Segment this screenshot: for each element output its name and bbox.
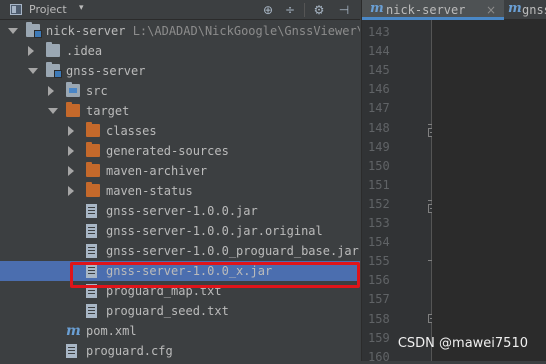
project-view-icon: [10, 4, 22, 15]
source-folder-icon: [66, 82, 80, 97]
tree-folder-item[interactable]: maven-archiver: [0, 161, 360, 181]
file-icon: [66, 344, 77, 358]
expand-arrow-down-icon[interactable]: [8, 28, 18, 34]
tree-file-item[interactable]: gnss-server-1.0.0.jar.original: [0, 221, 360, 241]
tree-item-label: proguard.cfg: [86, 344, 173, 358]
tree-folder-item[interactable]: generated-sources: [0, 141, 360, 161]
module-folder-icon: [46, 62, 62, 78]
line-number: 150: [368, 158, 390, 173]
tree-item-label: proguard_seed.txt: [106, 304, 229, 318]
line-number: 152: [368, 196, 390, 211]
excluded-folder-icon: [86, 182, 100, 197]
folder-icon: [46, 42, 60, 57]
tree-item-label: gnss-server-1.0.0.jar.original: [106, 224, 323, 238]
excluded-folder-icon: [86, 142, 100, 157]
excluded-folder-icon: [66, 102, 80, 117]
line-number: 146: [368, 82, 390, 97]
tree-folder-item[interactable]: gnss-server: [0, 61, 360, 81]
tree-file-item[interactable]: m pom.xml: [0, 321, 360, 341]
line-number: 148: [368, 120, 390, 135]
tree-file-item[interactable]: proguard_seed.txt: [0, 301, 360, 321]
expand-arrow-down-icon[interactable]: [48, 108, 58, 114]
settings-gear-icon[interactable]: ⚙: [311, 2, 327, 18]
tab-label: gnss-s: [522, 3, 546, 17]
project-panel-title[interactable]: Project: [29, 3, 67, 16]
tree-folder-item[interactable]: classes: [0, 121, 360, 141]
line-number: 157: [368, 292, 390, 307]
module-path: L:\ADADAD\NickGoogle\GnssViewer\n: [125, 24, 360, 38]
line-number: 160: [368, 349, 390, 364]
project-panel: Project ▾ ⊕ ÷ ⚙ ⊣ nick-server L:\ADADAD\…: [0, 0, 360, 361]
line-number: 151: [368, 177, 390, 192]
line-number: 143: [368, 25, 390, 39]
line-number-gutter: 143 144 145 146 147 148 149 150 151 152 153 154 155 1…: [362, 20, 437, 364]
tree-item-label: src: [86, 84, 108, 98]
hide-panel-icon[interactable]: ⊣: [336, 2, 352, 18]
line-number: 144: [368, 44, 390, 59]
tree-item-label: pom.xml: [86, 324, 137, 338]
file-icon: [86, 244, 97, 258]
expand-arrow-right-icon[interactable]: [28, 46, 34, 56]
tab-gnss-server[interactable]: m gnss-s: [504, 0, 546, 20]
tree-item-label: nick-server L:\ADADAD\NickGoogle\GnssVie…: [46, 24, 360, 38]
expand-arrow-right-icon[interactable]: [68, 126, 74, 136]
file-icon: [86, 224, 97, 238]
line-number: 153: [368, 216, 390, 230]
module-folder-icon: [26, 22, 42, 38]
close-tab-icon[interactable]: ×: [486, 3, 496, 17]
tab-nick-server[interactable]: m nick-server ×: [362, 0, 504, 20]
header-divider: [304, 3, 305, 17]
sync-icon[interactable]: ⊕: [260, 2, 276, 18]
tree-file-item[interactable]: gnss-server-1.0.0_proguard_base.jar: [0, 241, 360, 261]
tree-folder-item[interactable]: nick-server L:\ADADAD\NickGoogle\GnssVie…: [0, 21, 360, 41]
line-number: 159: [368, 330, 390, 345]
editor-tab-bar: m nick-server × m gnss-s: [362, 0, 546, 20]
tree-item-label: gnss-server-1.0.0.jar: [106, 204, 258, 218]
tree-item-label: maven-status: [106, 184, 193, 198]
tree-folder-item[interactable]: src: [0, 81, 360, 101]
tree-folder-item[interactable]: .idea: [0, 41, 360, 61]
line-number: 145: [368, 63, 390, 78]
expand-arrow-down-icon[interactable]: [28, 68, 38, 74]
tree-item-label: generated-sources: [106, 144, 229, 158]
tree-item-label: .idea: [66, 44, 103, 58]
tree-file-item[interactable]: proguard.cfg: [0, 341, 360, 361]
excluded-folder-icon: [86, 122, 100, 137]
tree-item-label: target: [86, 104, 130, 118]
tree-file-item[interactable]: gnss-server-1.0.0.jar: [0, 201, 360, 221]
maven-icon: m: [370, 1, 384, 16]
collapse-all-icon[interactable]: ÷: [282, 2, 298, 18]
tree-item-label: gnss-server-1.0.0_proguard_base.jar: [106, 244, 359, 258]
line-number: 147: [368, 101, 390, 116]
view-dropdown-icon[interactable]: ▾: [79, 3, 84, 13]
tree-folder-item[interactable]: maven-status: [0, 181, 360, 201]
expand-arrow-right-icon[interactable]: [68, 186, 74, 196]
project-panel-header: Project ▾ ⊕ ÷ ⚙ ⊣: [0, 0, 360, 20]
expand-arrow-right-icon[interactable]: [68, 146, 74, 156]
line-number: 156: [368, 273, 390, 288]
maven-icon: m: [66, 323, 81, 339]
code-editor-area[interactable]: [432, 20, 546, 361]
line-number: 149: [368, 139, 390, 154]
file-icon: [86, 304, 97, 318]
file-icon: [86, 204, 97, 218]
watermark: CSDN @mawei7510: [397, 336, 528, 351]
editor-pane: m nick-server × m gnss-s 143 144 145 146 147…: [361, 0, 546, 364]
line-number: 158: [368, 311, 390, 326]
tab-label: nick-server: [386, 3, 466, 17]
line-number: 154: [368, 235, 390, 250]
line-number: 155: [368, 254, 390, 269]
excluded-folder-icon: [86, 162, 100, 177]
tree-item-label: maven-archiver: [106, 164, 208, 178]
tree-folder-item[interactable]: target: [0, 101, 360, 121]
expand-arrow-right-icon[interactable]: [68, 166, 74, 176]
red-highlight-box: [70, 262, 360, 288]
maven-icon: m: [508, 1, 522, 16]
expand-arrow-right-icon[interactable]: [48, 86, 54, 96]
tree-item-label: gnss-server: [66, 64, 146, 78]
tree-item-label: classes: [106, 124, 157, 138]
